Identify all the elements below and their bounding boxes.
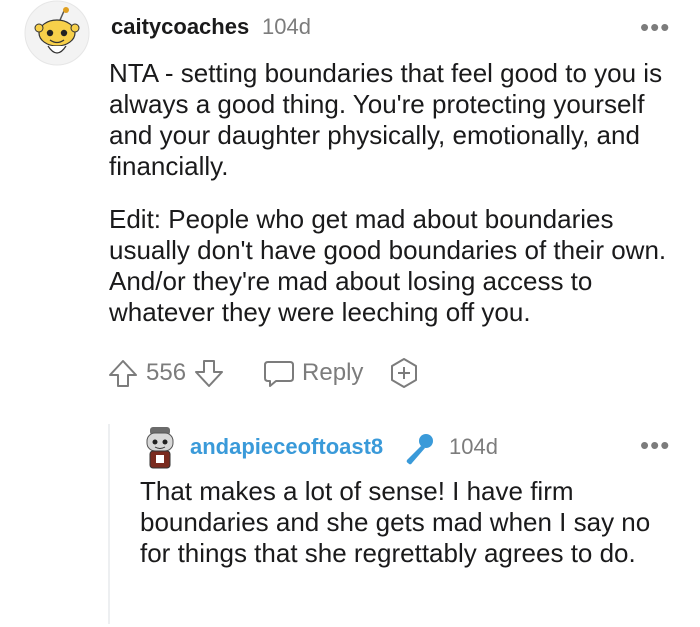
vote-count: 556 xyxy=(146,359,187,386)
thread-line[interactable] xyxy=(108,424,110,624)
speech-bubble-icon xyxy=(262,356,296,390)
comment-age: 104d xyxy=(262,14,311,39)
award-plus-icon xyxy=(387,356,421,390)
reply-age: 104d xyxy=(449,434,498,459)
reply-username[interactable]: andapieceoftoast8 xyxy=(190,434,383,460)
more-options-button[interactable]: ••• xyxy=(640,12,670,43)
award-button[interactable] xyxy=(387,356,421,390)
vote-group: 556 xyxy=(106,356,226,390)
comment-paragraph: NTA - setting boundaries that feel good … xyxy=(109,58,663,181)
avatar[interactable] xyxy=(24,0,90,66)
microphone-icon xyxy=(401,430,437,471)
comment-username[interactable]: caitycoaches xyxy=(111,14,249,40)
downvote-arrow-icon[interactable] xyxy=(192,356,226,390)
upvote-arrow-icon[interactable] xyxy=(106,356,140,390)
snoo-avatar-icon xyxy=(24,0,90,66)
comment-paragraph: Edit: People who get mad about boundarie… xyxy=(109,204,667,327)
more-options-button[interactable]: ••• xyxy=(640,430,670,461)
avatar[interactable] xyxy=(142,426,178,470)
reply-text: That makes a lot of sense! I have firm b… xyxy=(140,476,651,568)
reply-button[interactable]: Reply xyxy=(262,356,363,390)
reply-label: Reply xyxy=(302,359,364,386)
comment-actions: 556 Reply xyxy=(106,355,421,391)
toast-avatar-icon xyxy=(146,427,174,469)
